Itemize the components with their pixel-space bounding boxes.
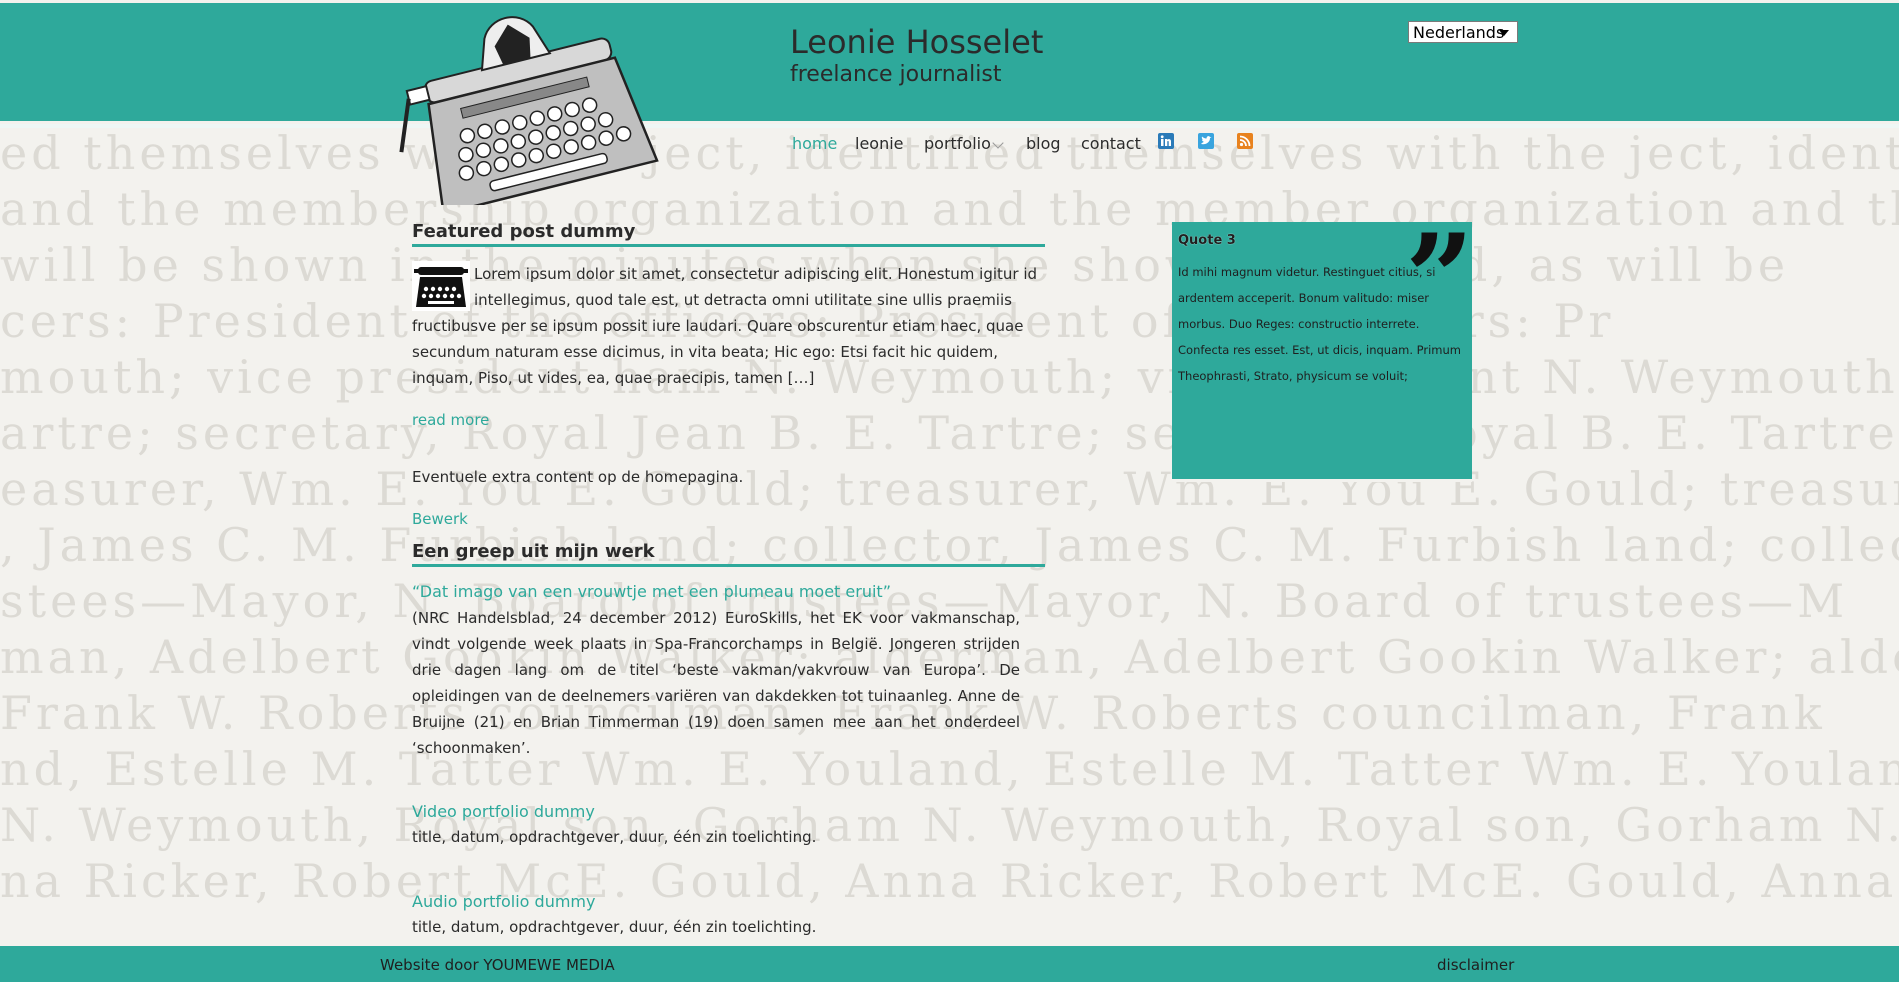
work-item-body: (NRC Handelsblad, 24 december 2012) Euro… <box>412 609 1020 757</box>
read-more-link[interactable]: read more <box>412 411 489 429</box>
nav-item-home[interactable]: home <box>792 134 837 153</box>
header-divider <box>0 124 1899 128</box>
work-item-body: title, datum, opdrachtgever, duur, één z… <box>412 918 817 936</box>
quote-title: Quote 3 <box>1178 233 1236 248</box>
extra-content-text: Eventuele extra content op de homepagina… <box>412 468 744 486</box>
footer: Website door YOUMEWE MEDIA disclaimer <box>0 946 1899 982</box>
featured-excerpt: Lorem ipsum dolor sit amet, consectetur … <box>412 265 1038 387</box>
main-content: Featured post dummy Lorem ipsum dolor si… <box>412 220 1045 939</box>
quote-widget: ” Quote 3 Id mihi magnum videtur. Restin… <box>1172 219 1474 482</box>
linkedin-icon[interactable] <box>1158 133 1174 149</box>
work-item-title[interactable]: Video portfolio dummy <box>412 802 595 821</box>
disclaimer-link[interactable]: disclaimer <box>1437 956 1514 974</box>
twitter-icon[interactable] <box>1198 133 1214 149</box>
nav-item-blog[interactable]: blog <box>1026 134 1061 153</box>
work-item-title[interactable]: “Dat imago van een vrouwtje met een plum… <box>412 582 891 601</box>
work-item-body: title, datum, opdrachtgever, duur, één z… <box>412 828 817 846</box>
site-title[interactable]: Leonie Hosselet <box>790 22 1043 62</box>
work-heading: Een greep uit mijn werk <box>412 540 1045 567</box>
site-branding: Leonie Hosselet freelance journalist <box>790 22 1043 88</box>
work-item: Audio portfolio dummy title, datum, opdr… <box>412 889 1045 939</box>
nav-item-contact[interactable]: contact <box>1081 134 1141 153</box>
footer-credit[interactable]: Website door YOUMEWE MEDIA <box>380 956 615 974</box>
work-item: “Dat imago van een vrouwtje met een plum… <box>412 579 1020 761</box>
featured-post: Lorem ipsum dolor sit amet, consectetur … <box>412 261 1045 391</box>
edit-link[interactable]: Bewerk <box>412 510 468 528</box>
nav-item-portfolio[interactable]: portfolio <box>924 134 991 153</box>
chevron-down-icon <box>1499 30 1509 36</box>
featured-heading: Featured post dummy <box>412 220 1045 247</box>
quote-text: Id mihi magnum videtur. Restinguet citiu… <box>1178 265 1461 383</box>
typewriter-thumbnail-icon <box>412 261 470 311</box>
work-item-title[interactable]: Audio portfolio dummy <box>412 892 595 911</box>
language-select[interactable]: Nederlands <box>1408 21 1518 43</box>
site-subtitle: freelance journalist <box>790 62 1002 87</box>
work-item: Video portfolio dummy title, datum, opdr… <box>412 799 1045 849</box>
nav-item-leonie[interactable]: leonie <box>855 134 904 153</box>
rss-icon[interactable] <box>1237 133 1253 149</box>
typewriter-logo-icon[interactable] <box>393 0 665 205</box>
language-select-value: Nederlands <box>1413 23 1505 42</box>
